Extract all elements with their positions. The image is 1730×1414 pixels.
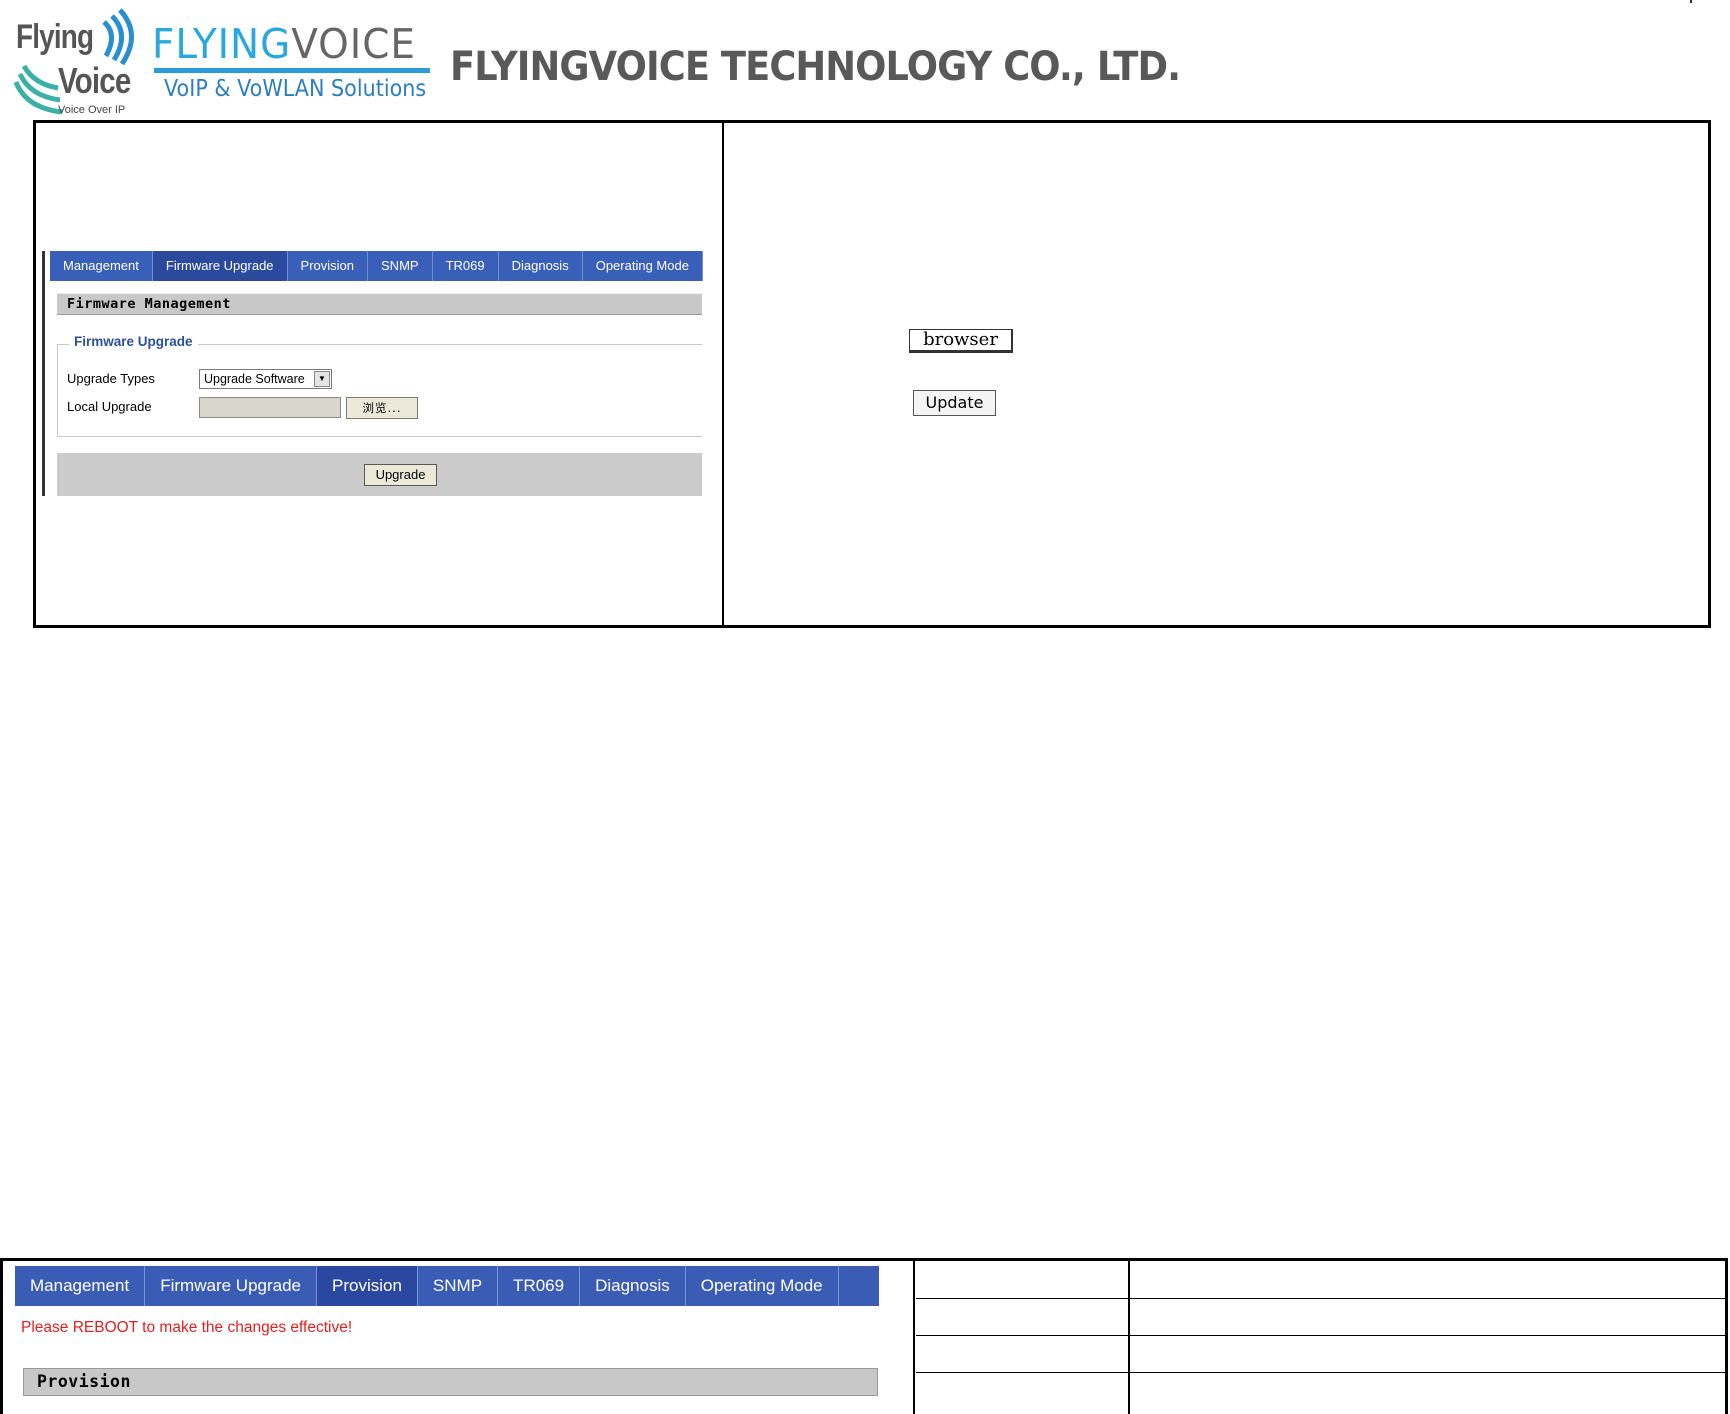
flyingvoice-logo-mark: Flying Voice Voice Over IP bbox=[14, 4, 142, 116]
chevron-down-icon[interactable]: ▼ bbox=[314, 371, 330, 387]
local-upgrade-label: Local Upgrade bbox=[67, 399, 152, 414]
section-title: Firmware Management bbox=[57, 293, 702, 315]
reboot-notice: Please REBOOT to make the changes effect… bbox=[21, 1319, 353, 1336]
logo-word-flying: Flying bbox=[16, 18, 94, 56]
tab-diagnosis[interactable]: Diagnosis bbox=[580, 1266, 686, 1306]
table-column-divider bbox=[1128, 1261, 1130, 1414]
tab-snmp[interactable]: SNMP bbox=[418, 1266, 499, 1306]
wordmark-text: FLYINGVOICE bbox=[152, 20, 416, 68]
tab-snmp[interactable]: SNMP bbox=[368, 251, 433, 281]
upgrade-types-select[interactable]: Upgrade Software ▼ bbox=[199, 369, 332, 389]
wordmark-underline bbox=[154, 68, 430, 73]
flyingvoice-wordmark: FLYINGVOICE VoIP & VoWLAN Solutions bbox=[150, 20, 435, 110]
tab-firmware-upgrade[interactable]: Firmware Upgrade bbox=[145, 1266, 317, 1306]
tab-bar: Management Firmware Upgrade Provision SN… bbox=[50, 251, 703, 281]
upgrade-button[interactable]: Upgrade bbox=[364, 464, 437, 486]
table-row-divider bbox=[916, 1372, 1725, 1373]
upgrade-types-label: Upgrade Types bbox=[67, 371, 155, 386]
table-column-divider bbox=[722, 123, 724, 625]
tab-operating-mode[interactable]: Operating Mode bbox=[583, 251, 703, 281]
table-row-divider bbox=[916, 1298, 1725, 1299]
logo-tagline: Voice Over IP bbox=[58, 104, 126, 116]
tab-management[interactable]: Management bbox=[50, 251, 153, 281]
firmware-upgrade-screenshot: Management Firmware Upgrade Provision SN… bbox=[42, 251, 703, 498]
update-button[interactable]: Update bbox=[913, 390, 996, 416]
wordmark-voice: VOICE bbox=[291, 20, 416, 68]
form-footer: Upgrade bbox=[57, 453, 702, 496]
company-name: FLYINGVOICE TECHNOLOGY CO., LTD. bbox=[450, 44, 1181, 90]
tab-provision[interactable]: Provision bbox=[288, 251, 369, 281]
tab-tr069[interactable]: TR069 bbox=[498, 1266, 581, 1306]
tab-operating-mode[interactable]: Operating Mode bbox=[686, 1266, 839, 1306]
upgrade-types-value: Upgrade Software bbox=[204, 372, 305, 386]
logo-word-voice: Voice bbox=[58, 60, 131, 101]
provision-screenshot: Management Firmware Upgrade Provision SN… bbox=[14, 1263, 880, 1414]
browser-button[interactable]: browser bbox=[909, 329, 1013, 353]
fieldset-legend: Firmware Upgrade bbox=[69, 334, 198, 349]
wordmark-subtitle: VoIP & VoWLAN Solutions bbox=[164, 76, 427, 102]
screenshot-edge bbox=[42, 251, 45, 496]
table-row-divider bbox=[916, 1335, 1725, 1336]
tab-firmware-upgrade[interactable]: Firmware Upgrade bbox=[152, 251, 288, 281]
tab-diagnosis[interactable]: Diagnosis bbox=[499, 251, 583, 281]
firmware-upgrade-fieldset bbox=[57, 344, 702, 437]
table-column-divider bbox=[913, 1261, 915, 1414]
browse-button[interactable]: 浏览... bbox=[346, 397, 418, 419]
tab-bar: Management Firmware Upgrade Provision SN… bbox=[15, 1266, 879, 1306]
section-title: Provision bbox=[23, 1368, 878, 1396]
tab-tr069[interactable]: TR069 bbox=[433, 251, 499, 281]
wordmark-flying: FLYING bbox=[152, 20, 292, 68]
local-upgrade-file-input[interactable] bbox=[199, 397, 341, 418]
tab-provision[interactable]: Provision bbox=[317, 1266, 418, 1306]
tab-management[interactable]: Management bbox=[15, 1266, 146, 1306]
corner-mark bbox=[1690, 0, 1692, 3]
